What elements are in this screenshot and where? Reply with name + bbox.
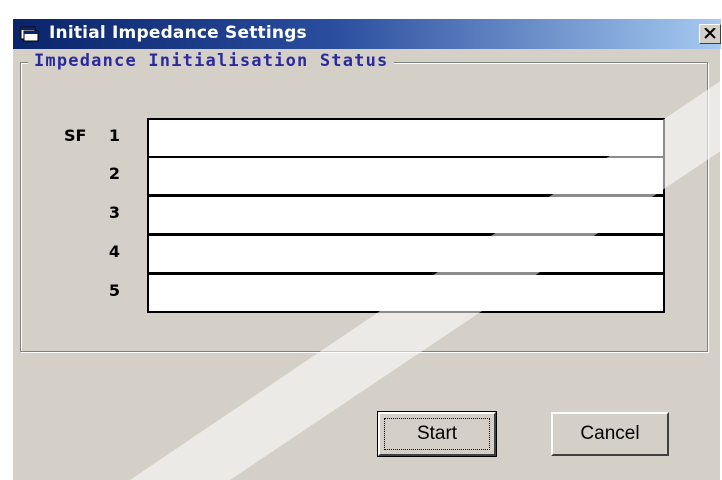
status-field-3 (147, 195, 665, 235)
status-field-5 (147, 273, 665, 313)
group-legend: Impedance Initialisation Status (28, 50, 395, 72)
status-field-1 (147, 118, 665, 158)
sf-label: SF (64, 126, 87, 145)
sf-row-number-4: 4 (108, 242, 120, 261)
sf-row-number-2: 2 (108, 164, 120, 183)
close-button[interactable] (699, 24, 721, 44)
status-field-4 (147, 234, 665, 274)
window-app-icon[interactable] (20, 25, 40, 43)
close-icon (704, 28, 716, 39)
window-title: Initial Impedance Settings (49, 23, 307, 43)
cancel-button[interactable]: Cancel (551, 412, 669, 456)
start-button-label: Start (384, 418, 490, 450)
status-field-2 (147, 156, 665, 196)
sf-row-number-5: 5 (108, 281, 120, 300)
start-button[interactable]: Start (377, 411, 497, 457)
sf-row-number-1: 1 (108, 126, 120, 145)
sf-row-number-3: 3 (108, 203, 120, 222)
title-bar[interactable]: Initial Impedance Settings (13, 19, 721, 49)
